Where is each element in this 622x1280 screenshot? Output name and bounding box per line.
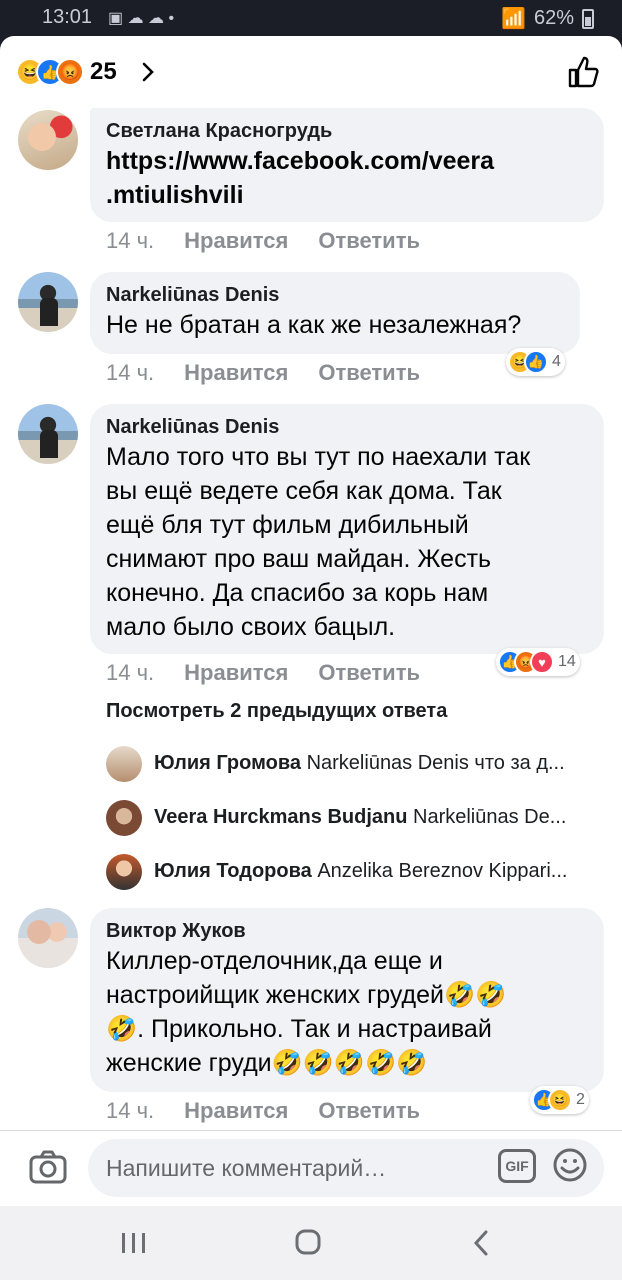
comment-text-line[interactable]: настроийщик женских грудей🤣🤣	[106, 978, 588, 1012]
comment-composer: Напишите комментарий… GIF	[0, 1130, 622, 1206]
reply-author[interactable]: Veera Hurckmans Budjanu	[154, 806, 407, 828]
comment-text-line[interactable]: Киллер-отделочник,да еще и	[106, 944, 588, 978]
avatar[interactable]	[18, 110, 78, 170]
comment-text-line[interactable]: женские груди🤣🤣🤣🤣🤣	[106, 1046, 588, 1080]
recent-apps-icon[interactable]	[116, 1228, 152, 1258]
like-icon[interactable]	[566, 54, 602, 90]
comment-text-line[interactable]: Не не братан а как же незалежная?	[106, 308, 564, 342]
reply-preview[interactable]: Юлия Тодорова Anzelika Bereznov Kippari.…	[106, 852, 606, 892]
comment-time: 14 ч.	[106, 1098, 155, 1123]
comment-text-line[interactable]: вы ещё ведете себя как дома. Так	[106, 474, 588, 508]
comment-reactions[interactable]: 👍 😡 ♥ 14	[496, 648, 580, 676]
gif-button[interactable]: GIF	[498, 1149, 536, 1183]
like-button[interactable]: Нравится	[184, 660, 288, 686]
comment-text-line[interactable]: мало было своих бацыл.	[106, 610, 588, 644]
comment-time: 14 ч.	[106, 660, 155, 685]
comment-author[interactable]: Narkeliūnas Denis	[106, 414, 588, 440]
avatar[interactable]	[18, 404, 78, 464]
notification-icons: ▣ ☁ ☁ •	[108, 10, 175, 27]
avatar[interactable]	[106, 854, 142, 890]
comment-actions: 14 ч. Нравится Ответить	[106, 660, 420, 686]
comment-bubble[interactable]: Narkeliūnas Denis Мало того что вы тут п…	[90, 404, 604, 654]
reply-text: Юлия Громова Narkeliūnas Denis что за д.…	[154, 752, 602, 775]
angry-reaction-icon: 😡	[56, 58, 84, 86]
comment-reactions[interactable]: 😆 👍 4	[506, 348, 565, 376]
comment-text-line[interactable]: .mtiulishvili	[106, 178, 588, 212]
reply-message: Anzelika Bereznov Kippari...	[317, 860, 568, 882]
comment-time: 14 ч.	[106, 228, 155, 253]
comment-bubble[interactable]: Светлана Красногрудь https://www.faceboo…	[90, 108, 604, 222]
comment-author[interactable]: Виктор Жуков	[106, 918, 588, 944]
reply-button[interactable]: Ответить	[318, 360, 420, 386]
comment-text-line[interactable]: конечно. Да спасибо за корь нам	[106, 576, 588, 610]
status-bar: 13:01 ▣ ☁ ☁ • 📶 62%	[0, 0, 622, 36]
comment-bubble[interactable]: Narkeliūnas Denis Не не братан а как же …	[90, 272, 580, 354]
view-previous-replies-link[interactable]: Посмотреть 2 предыдущих ответа	[106, 700, 447, 723]
comment-actions: 14 ч. Нравится Ответить	[106, 228, 420, 254]
reaction-count: 4	[552, 353, 561, 370]
like-button[interactable]: Нравится	[184, 228, 288, 254]
reply-button[interactable]: Ответить	[318, 228, 420, 254]
chevron-right-icon	[142, 62, 154, 82]
comment-text-line[interactable]: Мало того что вы тут по наехали так	[106, 440, 588, 474]
reaction-count: 25	[90, 58, 117, 85]
comment-text-line[interactable]: https://www.facebook.com/veera	[106, 144, 588, 178]
haha-reaction-icon: 😆	[548, 1088, 572, 1112]
comment-text-line[interactable]: снимают про ваш майдан. Жесть	[106, 542, 588, 576]
avatar[interactable]	[106, 800, 142, 836]
reactions-header: 😆 👍 😡 25	[0, 36, 622, 108]
avatar[interactable]	[106, 746, 142, 782]
reaction-count: 14	[558, 653, 576, 670]
home-icon[interactable]	[290, 1228, 326, 1258]
camera-icon[interactable]	[28, 1149, 68, 1185]
reply-preview[interactable]: Юлия Громова Narkeliūnas Denis что за д.…	[106, 744, 606, 784]
avatar[interactable]	[18, 272, 78, 332]
like-reaction-icon: 👍	[524, 350, 548, 374]
comment-author[interactable]: Светлана Красногрудь	[106, 118, 588, 144]
comment-author[interactable]: Narkeliūnas Denis	[106, 282, 564, 308]
reply-message: Narkeliūnas Denis что за д...	[306, 752, 565, 774]
reply-button[interactable]: Ответить	[318, 660, 420, 686]
comment-actions: 14 ч. Нравится Ответить	[106, 1098, 420, 1124]
system-nav-bar	[0, 1206, 622, 1280]
signal-icon: 📶	[501, 8, 526, 30]
battery-icon	[582, 8, 594, 29]
like-button[interactable]: Нравится	[184, 360, 288, 386]
reply-preview[interactable]: Veera Hurckmans Budjanu Narkeliūnas De..…	[106, 798, 606, 838]
comment-time: 14 ч.	[106, 360, 155, 385]
comment-bubble[interactable]: Виктор Жуков Киллер-отделочник,да еще и …	[90, 908, 604, 1092]
reply-button[interactable]: Ответить	[318, 1098, 420, 1124]
reply-message: Narkeliūnas De...	[413, 806, 567, 828]
like-button[interactable]: Нравится	[184, 1098, 288, 1124]
love-reaction-icon: ♥	[530, 650, 554, 674]
comment-text-line[interactable]: ещё бля тут фильм дибильный	[106, 508, 588, 542]
comment-actions: 14 ч. Нравится Ответить	[106, 360, 420, 386]
comment-reactions[interactable]: 👍 😆 2	[530, 1086, 589, 1114]
back-icon[interactable]	[464, 1228, 500, 1258]
reply-text: Юлия Тодорова Anzelika Bereznov Kippari.…	[154, 860, 602, 883]
reaction-count: 2	[576, 1091, 585, 1108]
reply-text: Veera Hurckmans Budjanu Narkeliūnas De..…	[154, 806, 602, 829]
avatar[interactable]	[18, 908, 78, 968]
reply-author[interactable]: Юлия Громова	[154, 752, 301, 774]
reply-author[interactable]: Юлия Тодорова	[154, 860, 312, 882]
emoji-icon[interactable]	[552, 1147, 588, 1183]
comments-sheet: 😆 👍 😡 25 Светлана Красногрудь https://ww…	[0, 36, 622, 1206]
comment-text-line[interactable]: 🤣. Прикольно. Так и настраивай	[106, 1012, 588, 1046]
battery-label: 62%	[533, 7, 574, 29]
status-time: 13:01	[42, 6, 93, 28]
status-right: 📶 62%	[501, 6, 594, 31]
reactions-summary-button[interactable]: 😆 👍 😡 25	[16, 58, 159, 86]
